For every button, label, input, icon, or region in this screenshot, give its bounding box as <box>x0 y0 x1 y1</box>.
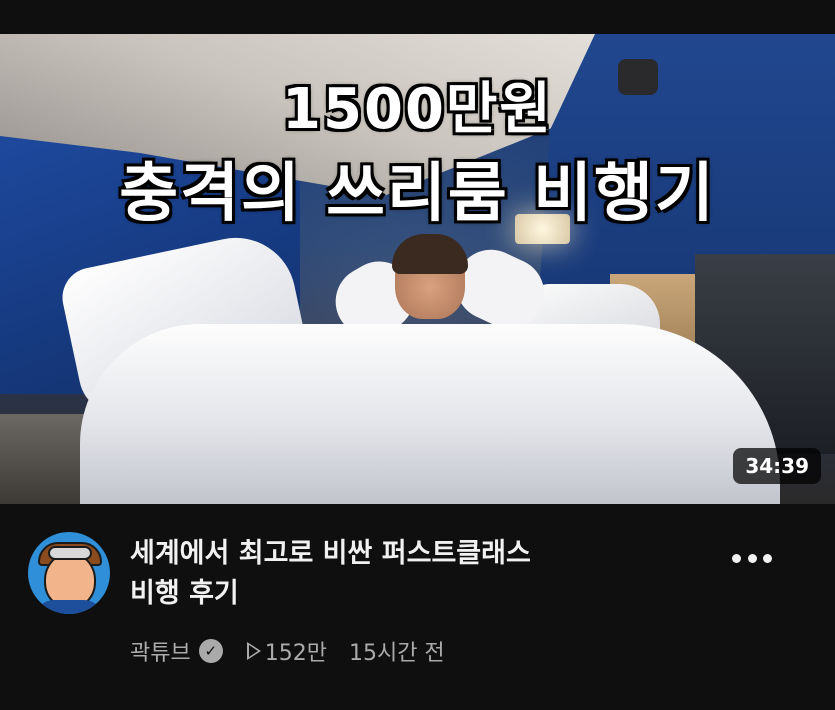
more-dot-icon <box>763 553 772 563</box>
channel-avatar[interactable] <box>28 532 110 614</box>
video-title-line1: 세계에서 최고로 비싼 퍼스트클래스 <box>130 538 531 569</box>
status-bar-area <box>0 0 835 34</box>
more-options-button[interactable] <box>728 540 776 576</box>
thumbnail-hair <box>392 234 468 274</box>
thumbnail-overlay-line1: 1500만원 <box>282 77 553 142</box>
verified-check-icon: ✓ <box>198 639 223 663</box>
video-subline: 곽튜브 ✓ 152만 15시간 전 <box>130 636 445 666</box>
duration-badge: 34:39 <box>733 448 821 484</box>
thumbnail-blanket <box>80 324 780 504</box>
avatar-shirt <box>34 600 104 614</box>
video-title-line2: 비행 후기 <box>130 578 239 609</box>
more-dot-icon <box>747 553 757 563</box>
view-count: 152만 <box>246 635 327 667</box>
play-icon <box>246 642 261 660</box>
channel-name[interactable]: 곽튜브 <box>130 635 191 667</box>
thumbnail-overlay-line2: 충격의 쓰리룸 비행기 <box>119 157 716 231</box>
video-thumbnail[interactable]: 1500만원 충격의 쓰리룸 비행기 34:39 <box>0 34 835 504</box>
more-dot-icon <box>732 553 741 563</box>
avatar-goggles <box>48 546 92 560</box>
video-meta: 세계에서 최고로 비싼 퍼스트클래스 비행 후기 곽튜브 ✓ 152만 15시간… <box>0 504 835 710</box>
video-title[interactable]: 세계에서 최고로 비싼 퍼스트클래스 비행 후기 <box>130 534 690 614</box>
view-count-text: 152만 <box>264 641 327 666</box>
publish-time: 15시간 전 <box>348 641 445 666</box>
